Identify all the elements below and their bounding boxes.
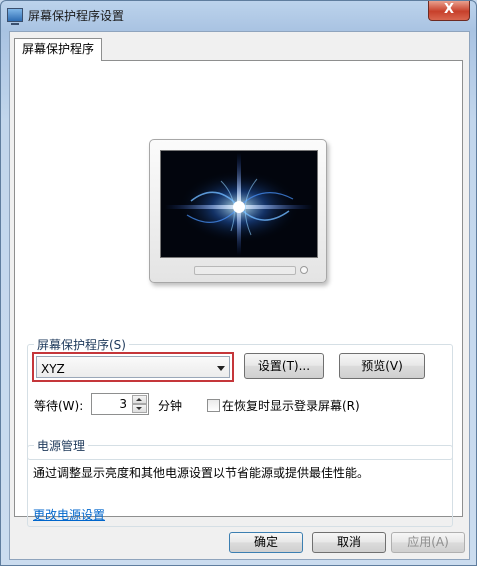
monitor-icon [7, 8, 23, 25]
dialog-client-area: 屏幕保护程序 屏幕保护程序(S) XYZ 设置(T)... 预览(V) 等待(W… [9, 31, 470, 560]
monitor-power-icon [300, 266, 308, 274]
wait-minutes-value[interactable]: 3 [119, 397, 127, 411]
monitor-preview [149, 139, 327, 283]
power-group-title: 电源管理 [34, 437, 89, 454]
chevron-down-icon [217, 366, 225, 371]
power-description: 通过调整显示亮度和其他电源设置以节省能源或提供最佳性能。 [33, 466, 370, 480]
tab-panel: 屏幕保护程序(S) XYZ 设置(T)... 预览(V) 等待(W): 3 分钟… [14, 60, 463, 527]
screensaver-group-title: 屏幕保护程序(S) [34, 336, 129, 353]
tab-screensaver[interactable]: 屏幕保护程序 [14, 38, 102, 61]
ok-button[interactable]: 确定 [229, 532, 303, 553]
preview-button[interactable]: 预览(V) [339, 353, 425, 379]
monitor-stand-slot [194, 266, 296, 275]
settings-button[interactable]: 设置(T)... [244, 353, 324, 379]
minutes-label: 分钟 [158, 399, 183, 413]
window-title: 屏幕保护程序设置 [28, 9, 125, 23]
wait-label: 等待(W): [34, 399, 84, 413]
change-power-settings-link[interactable]: 更改电源设置 [33, 506, 105, 523]
screensaver-settings-window: 屏幕保护程序设置 X 屏幕保护程序 屏幕保护程序(S) XYZ 设置(T)...… [0, 0, 477, 566]
wait-minutes-stepper[interactable]: 3 [91, 393, 149, 415]
cancel-button[interactable]: 取消 [312, 532, 386, 553]
stepper-up-icon[interactable] [132, 395, 147, 404]
resume-logon-checkbox[interactable] [207, 399, 220, 412]
stepper-down-icon[interactable] [132, 404, 147, 413]
resume-logon-label[interactable]: 在恢复时显示登录屏幕(R) [222, 397, 360, 414]
screensaver-dropdown[interactable]: XYZ [32, 352, 234, 382]
title-bar[interactable]: 屏幕保护程序设置 X [1, 1, 476, 29]
screensaver-selected-value: XYZ [41, 362, 65, 376]
close-button[interactable]: X [428, 1, 470, 21]
apply-button[interactable]: 应用(A) [391, 532, 465, 553]
screensaver-preview-screen [160, 150, 318, 258]
